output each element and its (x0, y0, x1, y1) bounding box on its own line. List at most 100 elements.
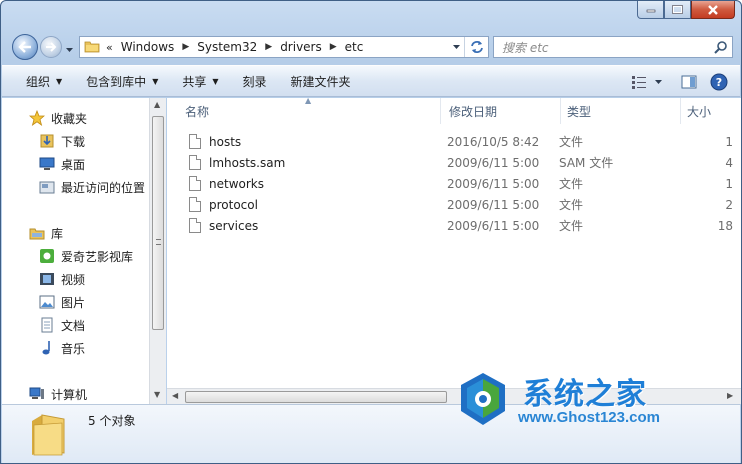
file-icon (189, 218, 201, 233)
chevron-down-icon: ▼ (56, 76, 63, 86)
search-icon[interactable] (710, 40, 732, 54)
column-type[interactable]: 类型 (561, 98, 681, 124)
library-icon (28, 225, 46, 241)
file-row[interactable]: services 2009/6/11 5:00 文件 18 (167, 215, 741, 236)
column-date[interactable]: 修改日期 (441, 98, 561, 124)
file-size: 4 (725, 155, 733, 170)
preview-pane-icon (681, 75, 697, 89)
file-size: 1 (725, 134, 733, 149)
preview-pane-button[interactable] (678, 70, 700, 94)
folder-icon (84, 39, 100, 56)
nav-music[interactable]: 音乐 (38, 338, 85, 358)
explorer-window: « Windows ▶ System32 ▶ drivers ▶ etc 搜索 … (0, 0, 742, 464)
breadcrumb-separator-icon[interactable]: ▶ (330, 42, 337, 52)
sort-ascending-icon: ▲ (305, 98, 312, 105)
nav-documents-label: 文档 (61, 318, 86, 333)
file-icon (189, 176, 201, 191)
breadcrumb-system32[interactable]: System32 (197, 40, 257, 54)
column-name[interactable]: 名称 ▲ (167, 98, 441, 124)
file-size: 2 (725, 197, 733, 212)
scroll-left-icon[interactable]: ◀ (172, 391, 178, 400)
view-options-dropdown[interactable] (652, 70, 664, 94)
nav-libraries[interactable]: 库 (28, 223, 63, 243)
scroll-up-icon[interactable]: ▲ (154, 100, 160, 109)
nav-pictures[interactable]: 图片 (38, 292, 85, 312)
file-icon (189, 134, 201, 149)
new-folder-button[interactable]: 新建文件夹 (281, 69, 361, 93)
view-controls: ? (620, 70, 730, 94)
nav-music-label: 音乐 (61, 341, 86, 356)
nav-pane-scrollbar[interactable]: ▲ ▼ (149, 98, 166, 404)
recent-pages-dropdown[interactable] (65, 42, 74, 56)
file-row[interactable]: lmhosts.sam 2009/6/11 5:00 SAM 文件 4 (167, 152, 741, 173)
breadcrumb-drivers[interactable]: drivers (280, 40, 322, 54)
nav-downloads[interactable]: 下载 (38, 131, 85, 151)
file-row[interactable]: hosts 2016/10/5 8:42 文件 1 (167, 131, 741, 152)
address-bar[interactable]: « Windows ▶ System32 ▶ drivers ▶ etc (79, 36, 489, 58)
navigation-pane: 收藏夹 下载 桌面 最近访问的位置 库 爱奇艺影视库 视频 图片 文档 音乐 计… (2, 98, 152, 404)
column-date-label: 修改日期 (449, 104, 498, 119)
file-name: services (209, 218, 259, 233)
file-icon (189, 197, 201, 212)
address-history-dropdown[interactable] (448, 44, 464, 50)
breadcrumb-windows[interactable]: Windows (121, 40, 175, 54)
nav-recent-places-label: 最近访问的位置 (61, 180, 146, 195)
nav-recent-places[interactable]: 最近访问的位置 (38, 177, 145, 197)
breadcrumb-separator-icon[interactable]: ▶ (182, 42, 189, 52)
column-header: 名称 ▲ 修改日期 类型 大小 (167, 98, 741, 124)
forward-button[interactable] (40, 36, 62, 58)
nav-computer[interactable]: 计算机 (28, 384, 87, 404)
file-date: 2016/10/5 8:42 (447, 134, 540, 149)
column-size-label: 大小 (687, 104, 712, 119)
change-view-button[interactable] (628, 70, 650, 94)
column-name-label: 名称 (185, 104, 210, 119)
back-button[interactable] (12, 34, 38, 60)
scroll-thumb[interactable] (152, 116, 164, 330)
nav-computer-label: 计算机 (51, 387, 88, 402)
file-size: 18 (717, 218, 733, 233)
minimize-button[interactable] (637, 1, 664, 19)
breadcrumb-etc[interactable]: etc (345, 40, 364, 54)
arrow-right-icon (46, 42, 57, 52)
nav-documents[interactable]: 文档 (38, 315, 85, 335)
share-button[interactable]: 共享 ▼ (172, 69, 228, 93)
file-type: 文件 (559, 177, 584, 191)
file-date: 2009/6/11 5:00 (447, 155, 540, 170)
breadcrumb: « Windows ▶ System32 ▶ drivers ▶ etc (106, 40, 448, 54)
nav-videos-label: 视频 (61, 272, 86, 287)
nav-downloads-label: 下载 (61, 134, 86, 149)
scroll-thumb[interactable] (185, 391, 447, 403)
nav-favorites[interactable]: 收藏夹 (28, 108, 87, 128)
burn-button[interactable]: 刻录 (233, 69, 277, 93)
organize-button[interactable]: 组织 ▼ (16, 69, 72, 93)
file-size: 1 (725, 176, 733, 191)
maximize-button[interactable] (664, 1, 691, 19)
chevron-down-icon (654, 80, 662, 84)
file-type: 文件 (559, 219, 584, 233)
column-size[interactable]: 大小 (681, 98, 741, 124)
include-in-library-button[interactable]: 包含到库中 ▼ (76, 69, 168, 93)
breadcrumb-overflow[interactable]: « (106, 41, 113, 54)
maximize-icon (672, 5, 683, 14)
nav-videos[interactable]: 视频 (38, 269, 85, 289)
refresh-button[interactable] (464, 37, 488, 57)
nav-desktop-label: 桌面 (61, 157, 86, 172)
breadcrumb-separator-icon[interactable]: ▶ (265, 42, 272, 52)
close-button[interactable] (691, 1, 735, 19)
arrow-left-icon (18, 41, 31, 53)
file-name: protocol (209, 197, 258, 212)
file-row[interactable]: networks 2009/6/11 5:00 文件 1 (167, 173, 741, 194)
file-row[interactable]: protocol 2009/6/11 5:00 文件 2 (167, 194, 741, 215)
nav-iqiyi-library[interactable]: 爱奇艺影视库 (38, 246, 133, 266)
help-button[interactable]: ? (708, 70, 730, 94)
search-input[interactable]: 搜索 etc (494, 39, 710, 56)
watermark-title: 系统之家 (523, 377, 647, 412)
nav-desktop[interactable]: 桌面 (38, 154, 85, 174)
file-date: 2009/6/11 5:00 (447, 176, 540, 191)
chevron-down-icon: ▼ (152, 76, 159, 86)
search-box[interactable]: 搜索 etc (493, 36, 733, 58)
file-list: 名称 ▲ 修改日期 类型 大小 hosts 2016/10/5 8:42 文件 … (167, 98, 741, 388)
column-type-label: 类型 (567, 104, 592, 119)
document-icon (38, 317, 56, 333)
scroll-down-icon[interactable]: ▼ (154, 390, 160, 399)
